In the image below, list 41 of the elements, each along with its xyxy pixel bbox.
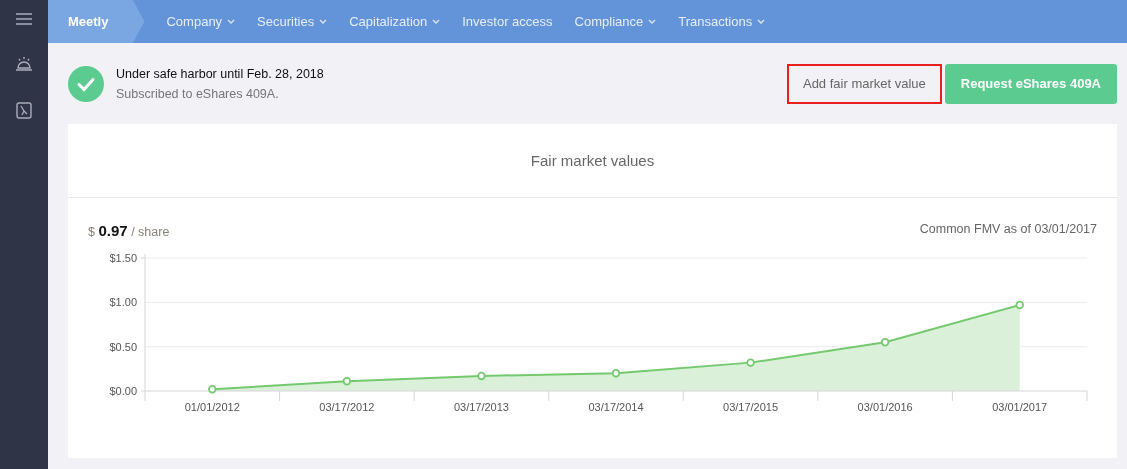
check-icon [68,65,104,102]
nav-menu-item[interactable]: Transactions [678,14,766,29]
nav-menu-item[interactable]: Securities [257,14,328,29]
request-button[interactable]: Request eShares 409A [944,63,1117,104]
document-icon[interactable] [16,102,32,119]
x-tick-label: 03/17/2013 [453,401,509,413]
nav-menu-item[interactable]: Investor access [462,14,553,29]
y-tick-label: $0.50 [109,340,137,353]
data-point [611,369,621,378]
data-point [880,338,890,347]
y-tick-label: $1.50 [109,252,137,264]
menu-icon[interactable] [15,12,33,26]
price-per-share: $ 0.97 / share [88,222,170,239]
status-subtitle: Subscribed to eShares 409A. [116,86,280,101]
data-point [746,358,755,367]
x-tick-label: 03/17/2014 [588,401,644,413]
nav-menu-item[interactable]: Capitalization [349,14,441,29]
y-tick-label: $0.00 [109,385,137,397]
y-tick-label: $1.00 [109,296,137,309]
x-tick-label: 03/17/2012 [319,401,375,413]
nav-menu-item[interactable]: Company [166,14,236,29]
bell-icon[interactable] [15,56,33,72]
caret-icon [227,19,236,24]
x-tick-label: 01/01/2012 [184,401,240,413]
x-tick-label: 03/01/2016 [857,401,913,413]
card-title: Fair market values [530,152,655,169]
caret-icon [757,19,766,24]
x-tick-label: 03/01/2017 [992,401,1048,413]
add-value-button[interactable]: Add fair market value [786,63,942,104]
as-of-label: Common FMV as of 03/01/2017 [919,222,1097,238]
caret-icon [432,19,441,24]
brand-link[interactable]: Meetly [48,0,145,43]
data-point [1015,300,1024,310]
data-point [477,371,486,381]
caret-icon [648,19,657,24]
caret-icon [319,19,328,24]
status-title: Under safe harbor until Feb. 28, 2018 [116,66,325,81]
x-tick-label: 03/17/2015 [723,401,779,413]
data-point [342,377,352,386]
nav-menu-item[interactable]: Compliance [574,14,657,29]
data-point [208,385,217,394]
